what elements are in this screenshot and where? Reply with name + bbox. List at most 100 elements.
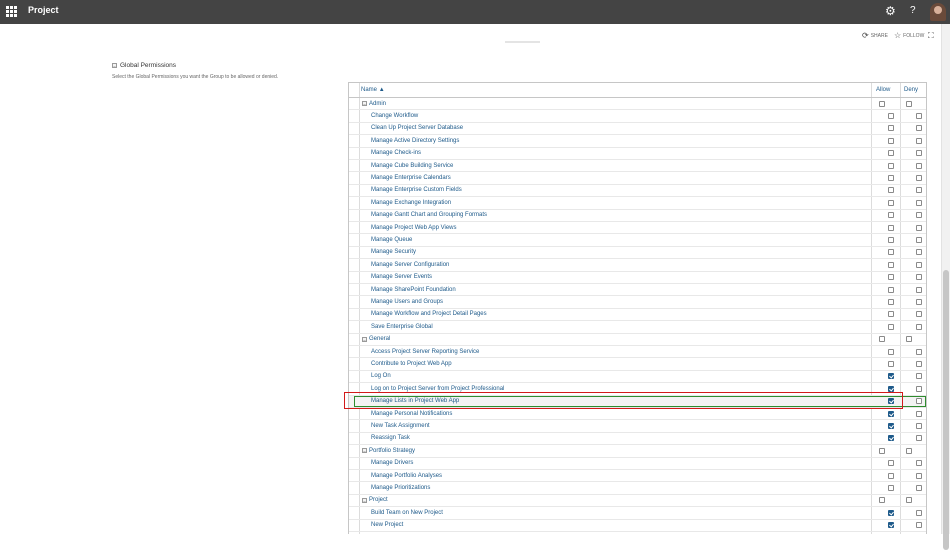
allow-checkbox[interactable] — [888, 274, 894, 281]
permission-row[interactable]: Build Team on New Project — [349, 507, 926, 520]
deny-checkbox[interactable] — [906, 336, 912, 343]
allow-checkbox[interactable] — [888, 112, 894, 119]
category-row[interactable]: – Portfolio Strategy — [349, 445, 926, 458]
deny-checkbox[interactable] — [916, 286, 922, 293]
permission-row[interactable]: Reassign Task — [349, 433, 926, 446]
deny-checkbox[interactable] — [916, 509, 922, 516]
deny-checkbox[interactable] — [916, 398, 922, 405]
deny-checkbox[interactable] — [916, 323, 922, 330]
deny-checkbox[interactable] — [916, 472, 922, 479]
deny-checkbox[interactable] — [916, 484, 922, 491]
allow-checkbox[interactable] — [888, 137, 894, 144]
allow-checkbox[interactable] — [888, 125, 894, 132]
allow-checkbox[interactable] — [888, 199, 894, 206]
permission-row[interactable]: Manage Prioritizations — [349, 482, 926, 495]
permission-row[interactable]: Manage Server Configuration — [349, 259, 926, 272]
allow-checkbox[interactable] — [888, 286, 894, 293]
help-icon[interactable]: ? — [910, 5, 916, 16]
allow-checkbox[interactable] — [888, 187, 894, 194]
deny-checkbox[interactable] — [916, 212, 922, 219]
allow-column-header[interactable]: Allow — [876, 87, 890, 93]
allow-checkbox[interactable] — [888, 298, 894, 305]
deny-checkbox[interactable] — [916, 410, 922, 417]
deny-checkbox[interactable] — [916, 311, 922, 318]
permission-row[interactable]: Manage Check-ins — [349, 148, 926, 160]
allow-checkbox[interactable] — [888, 509, 894, 516]
deny-checkbox[interactable] — [906, 447, 912, 454]
deny-checkbox[interactable] — [916, 360, 922, 367]
permission-row[interactable]: Log on to Project Server from Project Pr… — [349, 383, 926, 396]
allow-checkbox[interactable] — [888, 472, 894, 479]
avatar[interactable] — [930, 3, 946, 21]
share-button[interactable]: ⟳ SHARE — [862, 31, 888, 40]
collapse-icon[interactable]: – — [362, 497, 367, 503]
deny-checkbox[interactable] — [916, 162, 922, 169]
allow-checkbox[interactable] — [879, 497, 885, 504]
deny-checkbox[interactable] — [916, 249, 922, 256]
name-column-header[interactable]: Name ▲ — [361, 87, 385, 93]
allow-checkbox[interactable] — [888, 484, 894, 491]
permission-row[interactable]: Manage Personal Notifications — [349, 408, 926, 421]
permission-row[interactable]: New Project — [349, 520, 926, 532]
collapse-icon[interactable]: – — [362, 448, 367, 454]
allow-checkbox[interactable] — [888, 460, 894, 467]
permission-row[interactable]: Manage Lists in Project Web App — [349, 395, 926, 408]
permission-row[interactable]: Manage Drivers — [349, 458, 926, 470]
permission-row[interactable]: Manage Portfolio Analyses — [349, 470, 926, 483]
permission-row[interactable]: Manage Security — [349, 247, 926, 260]
follow-button[interactable]: ☆ FOLLOW — [894, 31, 924, 40]
deny-checkbox[interactable] — [916, 150, 922, 157]
deny-checkbox[interactable] — [916, 224, 922, 231]
allow-checkbox[interactable] — [888, 435, 894, 442]
deny-checkbox[interactable] — [906, 497, 912, 504]
deny-column-header[interactable]: Deny — [904, 87, 918, 93]
allow-checkbox[interactable] — [888, 385, 894, 392]
deny-checkbox[interactable] — [916, 460, 922, 467]
allow-checkbox[interactable] — [888, 174, 894, 181]
permission-row[interactable]: Manage Users and Groups — [349, 296, 926, 309]
allow-checkbox[interactable] — [888, 410, 894, 417]
permission-row[interactable]: Manage Exchange Integration — [349, 197, 926, 210]
scrollbar[interactable] — [941, 24, 950, 550]
app-launcher-icon[interactable] — [6, 6, 17, 17]
allow-checkbox[interactable] — [888, 522, 894, 529]
permission-row[interactable]: Change Workflow — [349, 110, 926, 123]
scrollbar-thumb[interactable] — [943, 270, 949, 550]
allow-checkbox[interactable] — [888, 224, 894, 231]
collapse-icon[interactable]: – — [362, 101, 367, 106]
allow-checkbox[interactable] — [888, 162, 894, 169]
allow-checkbox[interactable] — [888, 323, 894, 330]
permission-row[interactable]: Clean Up Project Server Database — [349, 123, 926, 136]
permission-row[interactable]: Save Enterprise Global — [349, 321, 926, 334]
allow-checkbox[interactable] — [888, 398, 894, 405]
deny-checkbox[interactable] — [916, 435, 922, 442]
deny-checkbox[interactable] — [916, 274, 922, 281]
category-row[interactable]: – General — [349, 334, 926, 346]
collapse-icon[interactable]: – — [112, 63, 117, 68]
deny-checkbox[interactable] — [916, 422, 922, 429]
allow-checkbox[interactable] — [888, 150, 894, 157]
app-title[interactable]: Project — [28, 5, 59, 15]
deny-checkbox[interactable] — [906, 100, 912, 107]
deny-checkbox[interactable] — [916, 199, 922, 206]
deny-checkbox[interactable] — [916, 112, 922, 119]
allow-checkbox[interactable] — [888, 311, 894, 318]
deny-checkbox[interactable] — [916, 298, 922, 305]
settings-gear-icon[interactable]: ⚙ — [885, 5, 897, 17]
deny-checkbox[interactable] — [916, 236, 922, 243]
allow-checkbox[interactable] — [888, 236, 894, 243]
deny-checkbox[interactable] — [916, 373, 922, 380]
deny-checkbox[interactable] — [916, 385, 922, 392]
category-row[interactable]: – Project — [349, 495, 926, 508]
permission-row[interactable]: Manage Workflow and Project Detail Pages — [349, 309, 926, 322]
allow-checkbox[interactable] — [888, 348, 894, 355]
deny-checkbox[interactable] — [916, 261, 922, 268]
permission-row[interactable]: Manage Enterprise Custom Fields — [349, 185, 926, 198]
category-row[interactable]: – Admin — [349, 98, 926, 111]
deny-checkbox[interactable] — [916, 174, 922, 181]
permission-row[interactable]: Log On — [349, 371, 926, 384]
permission-row[interactable]: Manage Server Events — [349, 272, 926, 284]
deny-checkbox[interactable] — [916, 137, 922, 144]
permission-row[interactable]: Manage Cube Building Service — [349, 160, 926, 173]
permission-row[interactable]: Manage Active Directory Settings — [349, 135, 926, 148]
